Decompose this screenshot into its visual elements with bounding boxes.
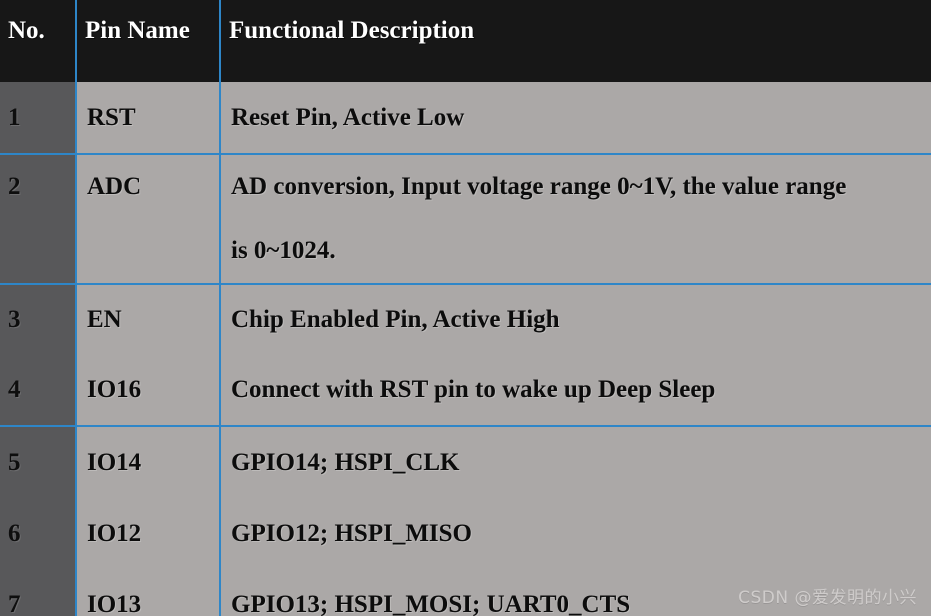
row-number: 4 [8, 376, 21, 403]
pin-name: ADC [87, 173, 142, 200]
watermark-attribution: CSDN @爱发明的小兴 [738, 588, 917, 608]
description-line: Reset Pin, Active Low [231, 104, 465, 131]
desc-lines: AD conversion, Input voltage range 0~1V,… [231, 155, 931, 283]
cell-pin: RST [76, 82, 221, 155]
row-number: 6 [8, 520, 21, 547]
pin-name: EN [87, 306, 122, 333]
pin-name: IO16 [87, 376, 142, 403]
description-line: AD conversion, Input voltage range 0~1V,… [231, 173, 847, 200]
pin-name: IO13 [87, 591, 142, 616]
cell-no: 5 6 7 [0, 426, 77, 616]
pin-description-table: No. Pin Name Functional Description 1 RS… [0, 0, 931, 616]
pin-lines: RST [87, 82, 219, 153]
column-header-pin: Pin Name [76, 0, 221, 82]
row-number: 3 [8, 306, 21, 333]
cell-pin: EN IO16 [76, 284, 221, 427]
pin-lines: IO14 IO12 IO13 [87, 427, 219, 616]
table-row-block: 1 RST Reset Pin, Active Low [0, 82, 931, 155]
cell-pin: IO14 IO12 IO13 [76, 426, 221, 616]
no-lines: 3 4 [8, 285, 75, 425]
table-row-block: 2 ADC AD conversion, Input voltage range… [0, 154, 931, 285]
table-header-row: No. Pin Name Functional Description [0, 0, 931, 82]
screenshot-root: No. Pin Name Functional Description 1 RS… [0, 0, 931, 616]
description-line: Chip Enabled Pin, Active High [231, 306, 560, 333]
no-lines: 2 [8, 155, 75, 283]
row-number: 7 [8, 591, 21, 616]
cell-description: AD conversion, Input voltage range 0~1V,… [220, 154, 931, 285]
row-number: 2 [8, 173, 21, 200]
pin-name: RST [87, 104, 136, 131]
cell-no: 2 [0, 154, 77, 285]
description-line: GPIO12; HSPI_MISO [231, 520, 472, 547]
pin-name-spacer [87, 219, 219, 283]
no-lines: 1 [8, 82, 75, 153]
cell-no: 1 [0, 82, 77, 155]
cell-description: Chip Enabled Pin, Active High Connect wi… [220, 284, 931, 427]
table-row-block: 3 4 EN IO16 Chip Enabled Pin, Active Hig… [0, 284, 931, 427]
description-line: GPIO14; HSPI_CLK [231, 449, 460, 476]
desc-lines: Chip Enabled Pin, Active High Connect wi… [231, 285, 931, 425]
description-line: Connect with RST pin to wake up Deep Sle… [231, 376, 716, 403]
description-line: is 0~1024. [231, 237, 336, 264]
desc-lines: Reset Pin, Active Low [231, 82, 931, 153]
cell-description: Reset Pin, Active Low [220, 82, 931, 155]
row-number: 1 [8, 104, 21, 131]
column-header-desc: Functional Description [220, 0, 931, 82]
pin-lines: ADC [87, 155, 219, 283]
cell-no: 3 4 [0, 284, 77, 427]
row-number: 5 [8, 449, 21, 476]
pin-name: IO14 [87, 449, 142, 476]
no-lines: 5 6 7 [8, 427, 75, 616]
pin-lines: EN IO16 [87, 285, 219, 425]
cell-pin: ADC [76, 154, 221, 285]
column-header-no: No. [0, 0, 77, 82]
pin-name: IO12 [87, 520, 142, 547]
row-number-spacer [8, 219, 75, 283]
